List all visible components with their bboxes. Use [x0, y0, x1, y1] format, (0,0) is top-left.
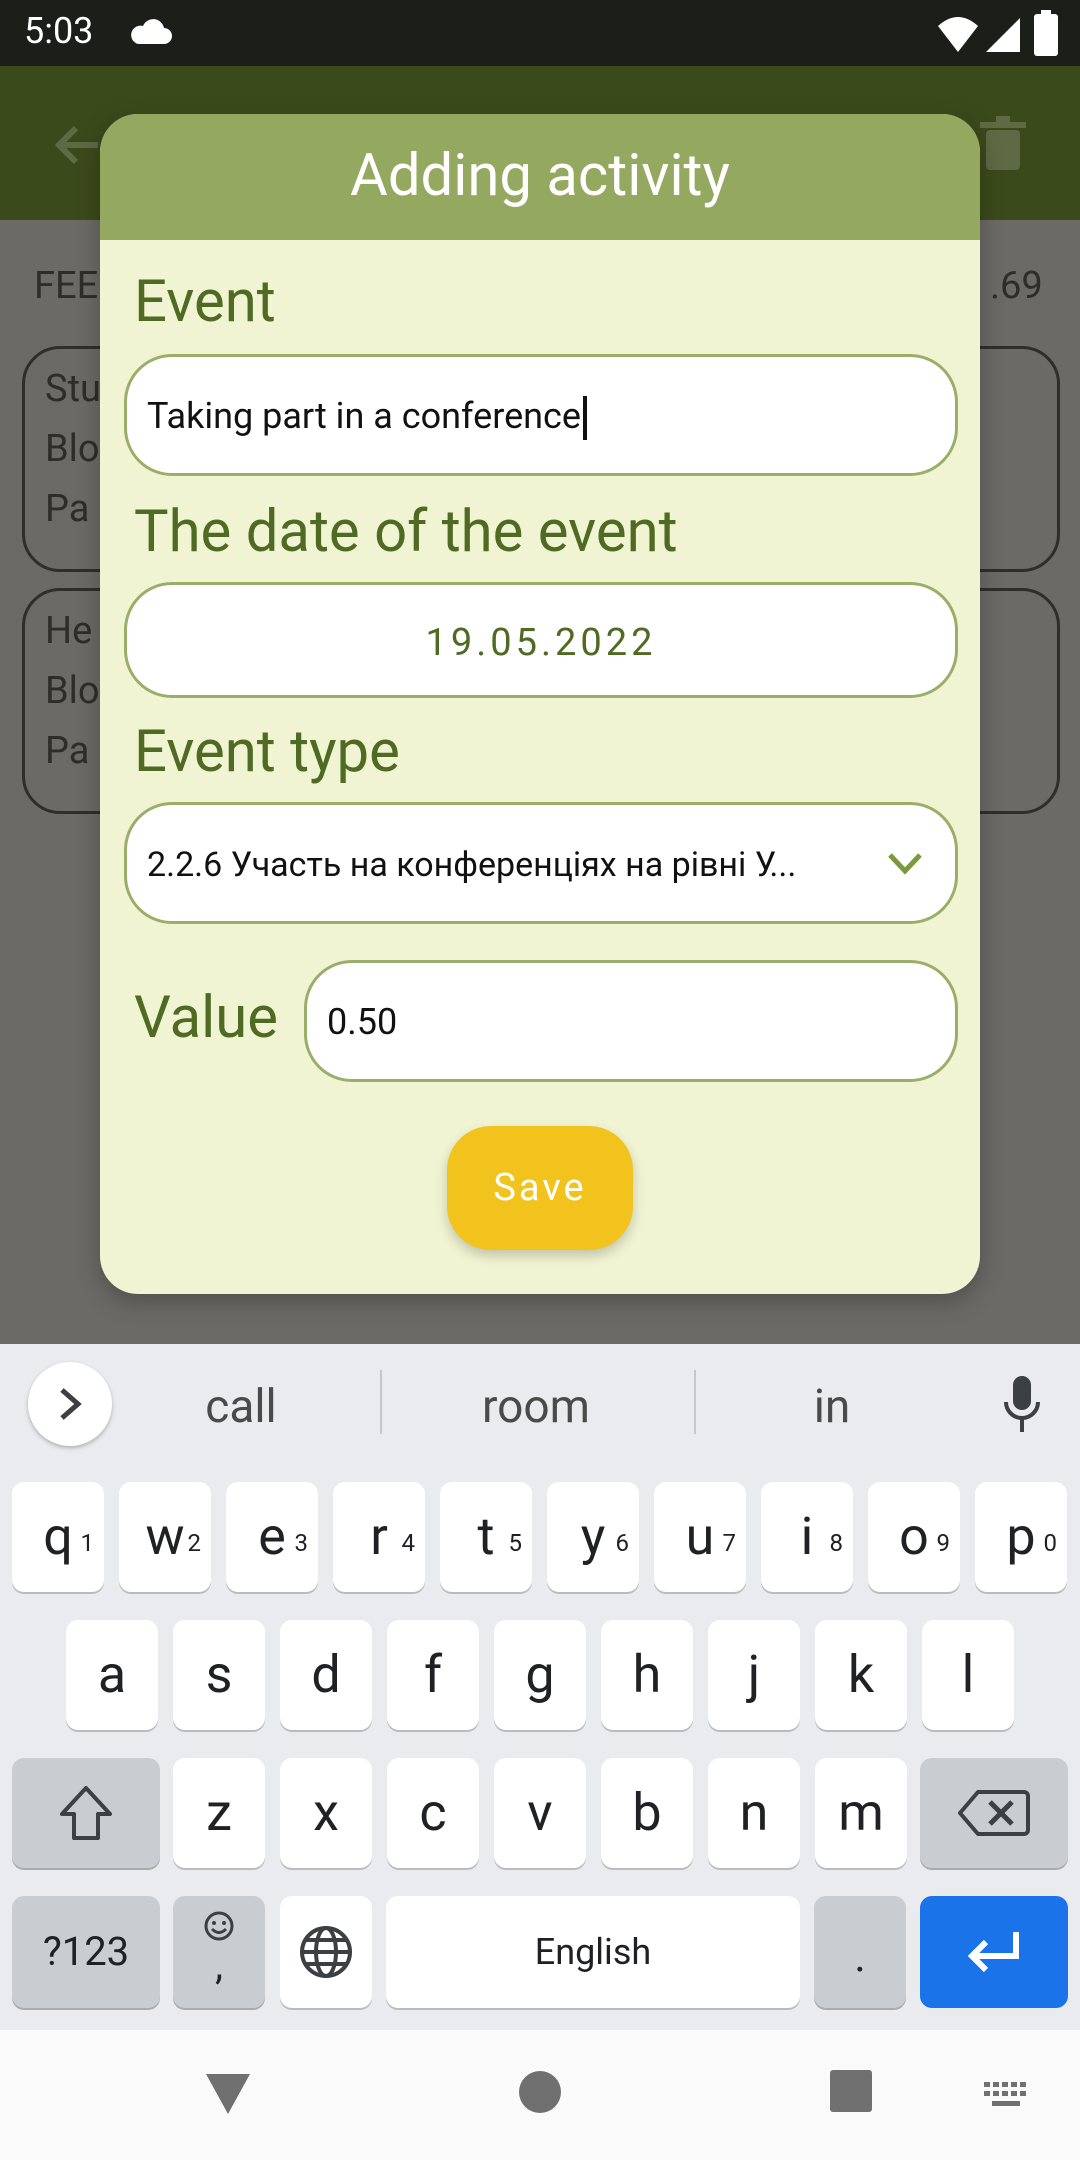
- key-p[interactable]: p0: [975, 1482, 1067, 1592]
- emoji-comma-key[interactable]: ,: [173, 1896, 265, 2008]
- key-y[interactable]: y6: [547, 1482, 639, 1592]
- key-m[interactable]: m: [815, 1758, 907, 1868]
- suggestion-divider: [380, 1370, 382, 1434]
- keyboard: call room in q1 w2 e3 r4 t5 y6 u7 i8 o9 …: [0, 1344, 1080, 2030]
- suggestion[interactable]: in: [692, 1380, 972, 1434]
- bg-score: .69: [990, 264, 1043, 308]
- status-bar: 5:03: [0, 0, 1080, 66]
- key-l[interactable]: l: [922, 1620, 1014, 1730]
- event-type-value: 2.2.6 Участь на конференціях на рівні У.…: [147, 845, 797, 885]
- key-t[interactable]: t5: [440, 1482, 532, 1592]
- adding-activity-dialog: Adding activity Event Taking part in a c…: [100, 114, 980, 1294]
- wifi-icon: [938, 17, 978, 52]
- mic-icon[interactable]: [1002, 1374, 1042, 1434]
- back-arrow-icon[interactable]: [52, 120, 102, 170]
- key-q[interactable]: q1: [12, 1482, 104, 1592]
- backspace-key[interactable]: [920, 1758, 1068, 1868]
- key-s[interactable]: s: [173, 1620, 265, 1730]
- value-input[interactable]: 0.50: [304, 960, 958, 1082]
- language-key[interactable]: [280, 1896, 372, 2008]
- chevron-right-icon: [60, 1388, 82, 1420]
- nav-home-icon[interactable]: [518, 2070, 562, 2114]
- comma-label: ,: [215, 1942, 223, 1989]
- key-a[interactable]: a: [66, 1620, 158, 1730]
- key-e[interactable]: e3: [226, 1482, 318, 1592]
- key-v[interactable]: v: [494, 1758, 586, 1868]
- key-c[interactable]: c: [387, 1758, 479, 1868]
- card-line: Blo: [45, 427, 100, 471]
- battery-icon: [1034, 10, 1058, 56]
- navigation-bar: [0, 2030, 1080, 2160]
- event-label: Event: [134, 268, 276, 336]
- key-u[interactable]: u7: [654, 1482, 746, 1592]
- key-o[interactable]: o9: [868, 1482, 960, 1592]
- key-i[interactable]: i8: [761, 1482, 853, 1592]
- event-input[interactable]: Taking part in a conference: [124, 354, 958, 476]
- date-field[interactable]: 19.05.2022: [124, 582, 958, 698]
- key-x[interactable]: x: [280, 1758, 372, 1868]
- key-h[interactable]: h: [601, 1620, 693, 1730]
- enter-key[interactable]: [920, 1896, 1068, 2008]
- card-line: Blo: [45, 669, 100, 713]
- event-input-value: Taking part in a conference: [147, 395, 581, 437]
- space-key[interactable]: English: [386, 1896, 800, 2008]
- event-input-text: Taking part in a conference: [147, 395, 587, 441]
- shift-key[interactable]: [12, 1758, 160, 1868]
- key-f[interactable]: f: [387, 1620, 479, 1730]
- cloud-icon: [131, 19, 172, 44]
- suggestion[interactable]: room: [396, 1380, 676, 1434]
- card-line: He: [45, 609, 93, 653]
- dialog-header: Adding activity: [100, 114, 980, 240]
- date-value: 19.05.2022: [425, 621, 657, 665]
- text-caret: [582, 396, 587, 441]
- backspace-icon: [958, 1790, 1030, 1836]
- nav-recents-icon[interactable]: [830, 2070, 872, 2112]
- date-label: The date of the event: [134, 498, 678, 566]
- card-line: Pa: [45, 729, 90, 773]
- key-j[interactable]: j: [708, 1620, 800, 1730]
- value-label: Value: [134, 984, 279, 1052]
- key-w[interactable]: w2: [119, 1482, 211, 1592]
- shift-icon: [60, 1786, 112, 1840]
- event-type-label: Event type: [134, 718, 400, 786]
- suggestions-expand-button[interactable]: [28, 1362, 112, 1446]
- card-line: Stu: [45, 367, 101, 411]
- key-d[interactable]: d: [280, 1620, 372, 1730]
- signal-icon: [986, 18, 1020, 52]
- status-time: 5:03: [24, 10, 94, 52]
- key-n[interactable]: n: [708, 1758, 800, 1868]
- period-key[interactable]: .: [814, 1896, 906, 2008]
- card-line: Pa: [45, 487, 90, 531]
- dialog-title: Adding activity: [350, 142, 730, 210]
- key-g[interactable]: g: [494, 1620, 586, 1730]
- key-z[interactable]: z: [173, 1758, 265, 1868]
- emoji-icon: [204, 1911, 234, 1941]
- value-input-text: 0.50: [327, 1001, 398, 1043]
- keyboard-switch-icon[interactable]: [984, 2082, 1028, 2110]
- key-k[interactable]: k: [815, 1620, 907, 1730]
- key-r[interactable]: r4: [333, 1482, 425, 1592]
- event-type-select[interactable]: 2.2.6 Участь на конференціях на рівні У.…: [124, 802, 958, 924]
- globe-icon: [300, 1926, 352, 1978]
- nav-back-icon[interactable]: [204, 2070, 252, 2116]
- symbols-key[interactable]: ?123: [12, 1896, 160, 2008]
- save-button[interactable]: Save: [447, 1126, 633, 1250]
- trash-icon[interactable]: [980, 116, 1026, 170]
- suggestion[interactable]: call: [101, 1380, 381, 1434]
- enter-icon: [967, 1932, 1019, 1973]
- chevron-down-icon: [888, 853, 922, 875]
- key-b[interactable]: b: [601, 1758, 693, 1868]
- bg-date-header: FEE: [34, 264, 99, 308]
